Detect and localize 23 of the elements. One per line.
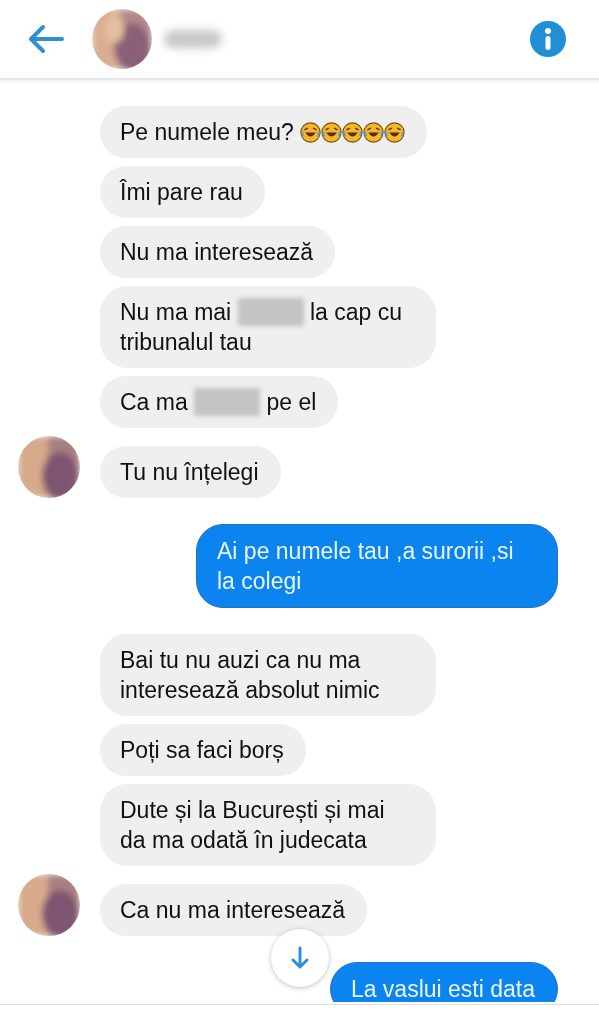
message-bubble: La vaslui esti data [329, 962, 558, 1002]
message-bubble: Nu ma interesează [100, 226, 336, 278]
message-bubble: Îmi pare rau [100, 166, 265, 218]
message-bubble: Nu ma mai la cap cu tribunalul tau [100, 286, 436, 368]
message-bubble: Pe numele meu? [100, 106, 428, 158]
back-icon[interactable] [26, 23, 66, 55]
laughing-face-icon [342, 122, 364, 143]
info-icon[interactable] [530, 21, 566, 57]
message-bubble: Dute și la București și mai da ma odată în judecata [100, 784, 436, 866]
message-bubble: Tu nu înțelegi [100, 446, 281, 498]
message-bubble: Ca nu ma interesează [100, 884, 367, 936]
scroll-down-button[interactable] [271, 929, 329, 987]
message-bubble: Ca ma pe el [100, 376, 339, 428]
message-bubble: Ai pe numele tau ,a surorii ,si la colegi [196, 524, 558, 608]
laughing-face-icon [321, 122, 343, 143]
message-bubble: Poți sa faci borș [100, 724, 306, 776]
laughing-face-icon [363, 122, 385, 143]
message-bubble: Bai tu nu auzi ca nu ma interesează absolut nimic [100, 634, 436, 716]
redacted-word [194, 388, 261, 416]
laughing-face-icon [300, 122, 322, 143]
laughing-face-icon [384, 122, 406, 143]
redacted-word [237, 298, 304, 326]
down-arrow-icon [290, 946, 310, 970]
